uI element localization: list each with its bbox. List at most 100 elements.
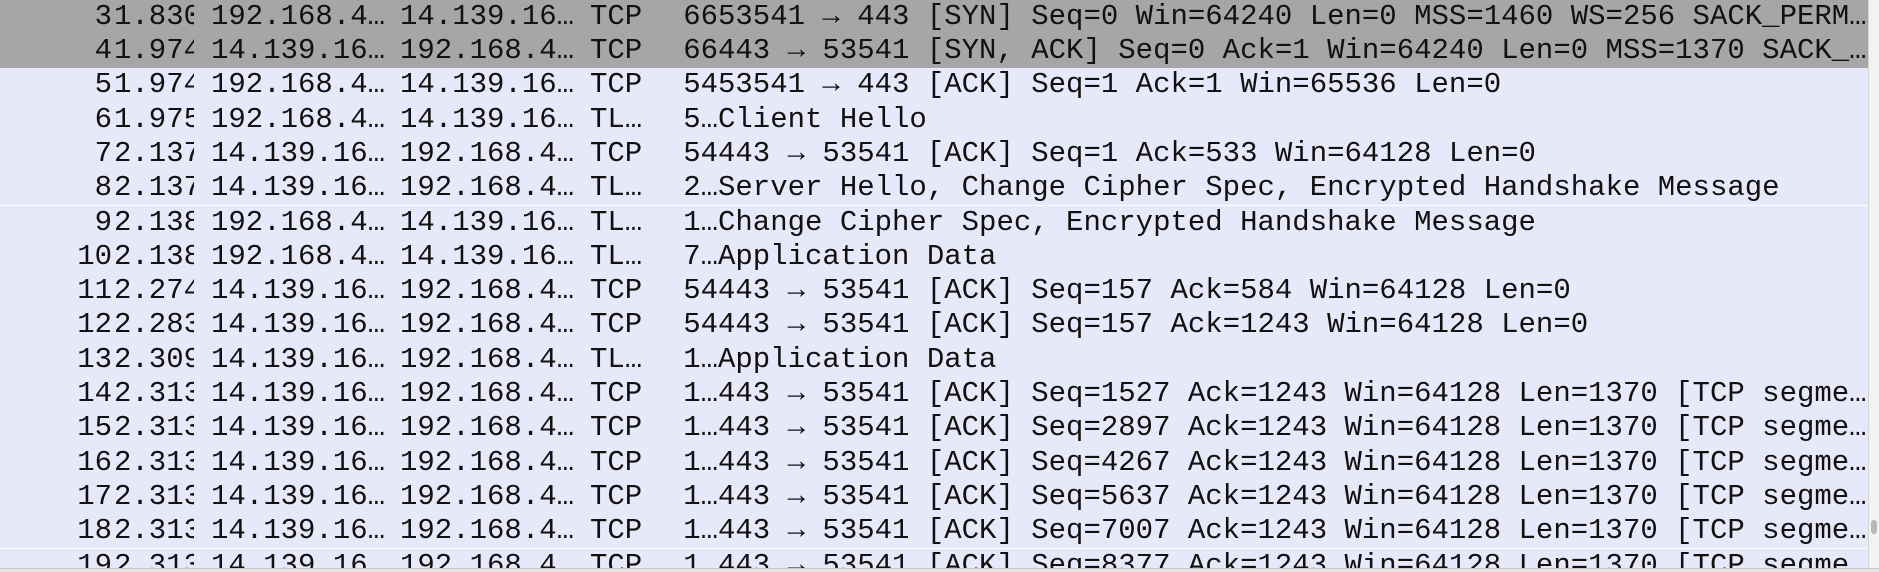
packet-length: 1… [683, 205, 718, 239]
packet-info: 443 → 53541 [ACK] Seq=4267 Ack=1243 Win=… [718, 445, 1866, 479]
packet-length: 54 [683, 136, 718, 170]
packet-row[interactable]: 5 1.974… 192.168.4… 14.139.16… TCP 54 53… [0, 68, 1868, 103]
packet-length: 1… [683, 411, 718, 445]
packet-time: 2.313… [114, 411, 194, 445]
packet-time: 1.974… [114, 34, 194, 67]
packet-source: 14.139.16… [211, 479, 386, 513]
packet-length: 54 [683, 308, 718, 342]
packet-destination: 14.139.16… [400, 239, 575, 273]
packet-info: 53541 → 443 [SYN] Seq=0 Win=64240 Len=0 … [718, 0, 1866, 33]
packet-protocol: TCP [590, 308, 643, 342]
packet-row[interactable]: 16 2.313… 14.139.16… 192.168.4… TCP 1… 4… [0, 445, 1868, 480]
packet-number: 10 [77, 239, 112, 273]
packet-protocol: TCP [590, 411, 643, 445]
packet-number: 16 [77, 445, 112, 479]
packet-protocol: TL… [590, 102, 643, 136]
packet-protocol: TCP [590, 274, 643, 308]
packet-time: 2.138… [114, 205, 194, 239]
packet-destination: 192.168.4… [400, 274, 575, 308]
packet-row[interactable]: 12 2.283… 14.139.16… 192.168.4… TCP 54 4… [0, 308, 1868, 343]
packet-length: 7… [683, 239, 718, 273]
packet-row[interactable]: 19 2.313… 14.139.16… 192.168.4… TCP 1… 4… [0, 548, 1868, 569]
packet-row[interactable]: 14 2.313… 14.139.16… 192.168.4… TCP 1… 4… [0, 377, 1868, 412]
packet-row[interactable]: 9 2.138… 192.168.4… 14.139.16… TL… 1… Ch… [0, 205, 1868, 240]
packet-rows: 3 1.830… 192.168.4… 14.139.16… TCP 66 53… [0, 0, 1868, 568]
packet-row[interactable]: 11 2.274… 14.139.16… 192.168.4… TCP 54 4… [0, 274, 1868, 309]
packet-time: 2.309… [114, 342, 194, 376]
packet-row[interactable]: 8 2.137… 14.139.16… 192.168.4… TL… 2… Se… [0, 171, 1868, 206]
packet-row[interactable]: 6 1.975… 192.168.4… 14.139.16… TL… 5… Cl… [0, 102, 1868, 137]
packet-time: 1.975… [114, 102, 194, 136]
packet-protocol: TL… [590, 171, 643, 205]
packet-number: 11 [77, 274, 112, 308]
packet-protocol: TL… [590, 342, 643, 376]
horizontal-scrollbar[interactable] [0, 568, 1879, 572]
packet-protocol: TCP [590, 479, 643, 513]
packet-protocol: TCP [590, 0, 643, 33]
packet-info: Application Data [718, 342, 997, 376]
packet-destination: 192.168.4… [400, 136, 575, 170]
packet-protocol: TCP [590, 34, 643, 67]
packet-info: 443 → 53541 [ACK] Seq=1527 Ack=1243 Win=… [718, 377, 1866, 410]
packet-destination: 192.168.4… [400, 171, 575, 205]
packet-length: 2… [683, 171, 718, 205]
packet-length: 1… [683, 548, 718, 569]
packet-time: 2.313… [114, 514, 194, 548]
packet-source: 14.139.16… [211, 34, 386, 67]
vertical-scrollbar[interactable] [1868, 0, 1879, 568]
packet-info: Application Data [718, 239, 997, 273]
packet-destination: 192.168.4… [400, 548, 575, 569]
packet-info: 443 → 53541 [SYN, ACK] Seq=0 Ack=1 Win=6… [718, 34, 1866, 67]
packet-source: 14.139.16… [211, 171, 386, 205]
vertical-scrollbar-thumb[interactable] [1871, 520, 1877, 534]
packet-number: 18 [77, 514, 112, 548]
packet-source: 192.168.4… [211, 68, 386, 102]
packet-time: 2.313… [114, 548, 194, 569]
packet-length: 1… [683, 445, 718, 479]
packet-info: 443 → 53541 [ACK] Seq=2897 Ack=1243 Win=… [718, 411, 1866, 445]
packet-info: Client Hello [718, 102, 927, 136]
packet-length: 1… [683, 342, 718, 376]
packet-source: 14.139.16… [211, 377, 386, 410]
packet-length: 66 [683, 34, 718, 67]
packet-source: 14.139.16… [211, 274, 386, 308]
packet-time: 2.283… [114, 308, 194, 342]
packet-source: 192.168.4… [211, 102, 386, 136]
packet-time: 2.138… [114, 239, 194, 273]
packet-row[interactable]: 3 1.830… 192.168.4… 14.139.16… TCP 66 53… [0, 0, 1868, 34]
packet-number: 17 [77, 479, 112, 513]
packet-time: 1.830… [114, 0, 194, 33]
packet-protocol: TCP [590, 136, 643, 170]
packet-source: 192.168.4… [211, 0, 386, 33]
packet-source: 14.139.16… [211, 342, 386, 376]
packet-number: 4 [94, 34, 112, 67]
packet-row[interactable]: 17 2.313… 14.139.16… 192.168.4… TCP 1… 4… [0, 479, 1868, 515]
packet-number: 9 [94, 205, 112, 239]
packet-row[interactable]: 13 2.309… 14.139.16… 192.168.4… TL… 1… A… [0, 342, 1868, 377]
packet-row[interactable]: 7 2.137… 14.139.16… 192.168.4… TCP 54 44… [0, 136, 1868, 172]
packet-list: 3 1.830… 192.168.4… 14.139.16… TCP 66 53… [0, 0, 1879, 572]
packet-protocol: TCP [590, 514, 643, 548]
packet-time: 2.137… [114, 136, 194, 170]
packet-number: 5 [94, 68, 112, 102]
packet-number: 7 [94, 136, 112, 170]
packet-row[interactable]: 10 2.138… 192.168.4… 14.139.16… TL… 7… A… [0, 239, 1868, 275]
packet-row[interactable]: 15 2.313… 14.139.16… 192.168.4… TCP 1… 4… [0, 411, 1868, 446]
packet-time: 1.974… [114, 68, 194, 102]
packet-number: 15 [77, 411, 112, 445]
packet-info: 443 → 53541 [ACK] Seq=157 Ack=1243 Win=6… [718, 308, 1589, 342]
packet-protocol: TCP [590, 548, 643, 569]
packet-info: Server Hello, Change Cipher Spec, Encryp… [718, 171, 1780, 205]
packet-number: 3 [94, 0, 112, 33]
packet-number: 12 [77, 308, 112, 342]
packet-length: 5… [683, 102, 718, 136]
packet-source: 14.139.16… [211, 445, 386, 479]
packet-destination: 14.139.16… [400, 205, 575, 239]
packet-info: 443 → 53541 [ACK] Seq=5637 Ack=1243 Win=… [718, 479, 1866, 513]
packet-protocol: TCP [590, 68, 643, 102]
packet-destination: 192.168.4… [400, 342, 575, 376]
packet-row[interactable]: 4 1.974… 14.139.16… 192.168.4… TCP 66 44… [0, 34, 1868, 69]
packet-time: 2.313… [114, 445, 194, 479]
packet-number: 8 [94, 171, 112, 205]
packet-row[interactable]: 18 2.313… 14.139.16… 192.168.4… TCP 1… 4… [0, 514, 1868, 549]
